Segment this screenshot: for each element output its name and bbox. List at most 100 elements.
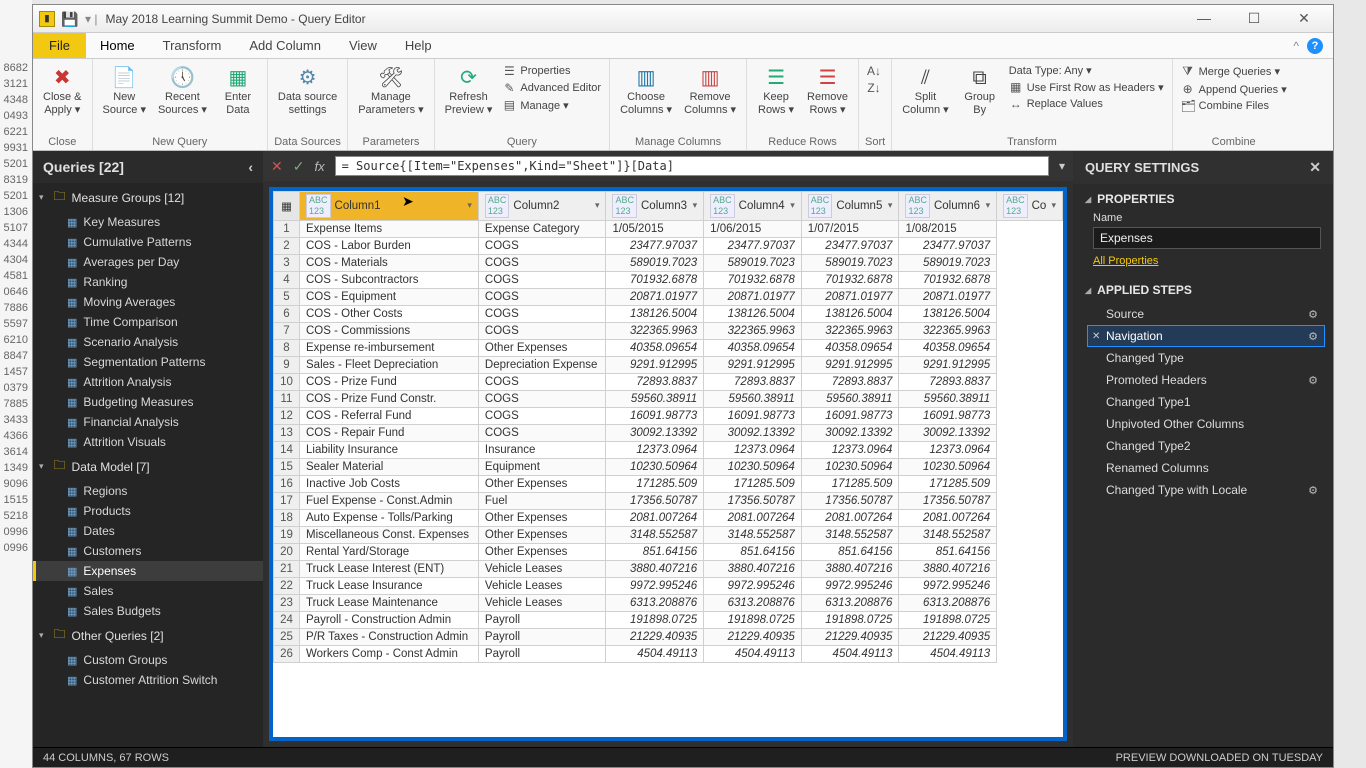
cell[interactable]: 171285.509 <box>606 475 704 492</box>
properties-button[interactable]: ☰Properties <box>500 63 603 79</box>
row-number[interactable]: 4 <box>274 271 300 288</box>
help-icon[interactable]: ? <box>1307 38 1323 54</box>
cell[interactable]: 23477.97037 <box>899 237 997 254</box>
manage-query-button[interactable]: ▤Manage ▾ <box>500 97 603 113</box>
query-item[interactable]: ▦Products <box>33 501 263 521</box>
cell[interactable]: 12373.0964 <box>899 441 997 458</box>
column-header[interactable]: ABC123Column5▾ <box>801 192 899 221</box>
cell[interactable]: 12373.0964 <box>704 441 802 458</box>
applied-step[interactable]: Changed Type <box>1087 347 1325 369</box>
cell[interactable]: COGS <box>478 254 606 271</box>
query-group[interactable]: 🗀Measure Groups [12] <box>33 183 263 212</box>
cell[interactable]: 16091.98773 <box>704 407 802 424</box>
cell[interactable]: Other Expenses <box>478 526 606 543</box>
refresh-preview-button[interactable]: ⟳RefreshPreview ▾ <box>441 63 497 119</box>
maximize-button[interactable]: ☐ <box>1239 10 1269 27</box>
cell[interactable]: Miscellaneous Const. Expenses <box>300 526 479 543</box>
use-first-row-button[interactable]: ▦Use First Row as Headers ▾ <box>1007 79 1166 95</box>
cell[interactable]: Other Expenses <box>478 543 606 560</box>
cell[interactable]: Vehicle Leases <box>478 577 606 594</box>
cell[interactable]: COGS <box>478 237 606 254</box>
cell[interactable]: 21229.40935 <box>801 628 899 645</box>
row-number[interactable]: 13 <box>274 424 300 441</box>
cell[interactable]: 1/06/2015 <box>704 220 802 237</box>
cell[interactable]: 171285.509 <box>801 475 899 492</box>
cell[interactable]: 1/05/2015 <box>606 220 704 237</box>
cell[interactable]: 30092.13392 <box>801 424 899 441</box>
table-row[interactable]: 19Miscellaneous Const. ExpensesOther Exp… <box>274 526 1063 543</box>
column-header[interactable]: ABC123Column1▾ <box>300 192 479 221</box>
cell[interactable]: 17356.50787 <box>899 492 997 509</box>
cell[interactable]: Payroll <box>478 628 606 645</box>
ribbon-collapse-icon[interactable]: ^ <box>1293 39 1299 53</box>
cell[interactable]: COGS <box>478 424 606 441</box>
cell[interactable]: 171285.509 <box>899 475 997 492</box>
queries-list[interactable]: 🗀Measure Groups [12]▦Key Measures▦Cumula… <box>33 183 263 747</box>
remove-columns-button[interactable]: ▥RemoveColumns ▾ <box>680 63 740 119</box>
cell[interactable]: 589019.7023 <box>801 254 899 271</box>
cell[interactable]: 72893.8837 <box>606 373 704 390</box>
applied-steps-header[interactable]: APPLIED STEPS <box>1073 275 1333 301</box>
cell[interactable]: Sales - Fleet Depreciation <box>300 356 479 373</box>
table-row[interactable]: 16Inactive Job CostsOther Expenses171285… <box>274 475 1063 492</box>
tab-view[interactable]: View <box>335 33 391 58</box>
column-header[interactable]: ABC123Column3▾ <box>606 192 704 221</box>
query-item[interactable]: ▦Key Measures <box>33 212 263 232</box>
cell[interactable]: 20871.01977 <box>704 288 802 305</box>
minimize-button[interactable]: — <box>1189 10 1219 27</box>
cell[interactable]: 191898.0725 <box>606 611 704 628</box>
formula-commit-icon[interactable]: ✓ <box>293 158 305 175</box>
applied-step[interactable]: Promoted Headers⚙ <box>1087 369 1325 391</box>
row-number[interactable]: 2 <box>274 237 300 254</box>
table-row[interactable]: 4COS - SubcontractorsCOGS701932.68787019… <box>274 271 1063 288</box>
cell[interactable]: 4504.49113 <box>606 645 704 662</box>
cell[interactable]: 322365.9963 <box>704 322 802 339</box>
cell[interactable]: 701932.6878 <box>899 271 997 288</box>
table-row[interactable]: 24Payroll - Construction AdminPayroll191… <box>274 611 1063 628</box>
cell[interactable]: 40358.09654 <box>899 339 997 356</box>
table-row[interactable]: 25P/R Taxes - Construction AdminPayroll2… <box>274 628 1063 645</box>
row-number[interactable]: 6 <box>274 305 300 322</box>
cell[interactable]: Expense re-imbursement <box>300 339 479 356</box>
cell[interactable]: 851.64156 <box>704 543 802 560</box>
cell[interactable]: 322365.9963 <box>899 322 997 339</box>
table-row[interactable]: 21Truck Lease Interest (ENT)Vehicle Leas… <box>274 560 1063 577</box>
cell[interactable]: 3880.407216 <box>606 560 704 577</box>
advanced-editor-button[interactable]: ✎Advanced Editor <box>500 80 603 96</box>
recent-sources-button[interactable]: 🕔RecentSources ▾ <box>154 63 211 119</box>
cell[interactable]: Vehicle Leases <box>478 560 606 577</box>
gear-icon[interactable]: ⚙ <box>1308 374 1318 387</box>
cell[interactable]: Payroll <box>478 645 606 662</box>
cell[interactable]: 589019.7023 <box>899 254 997 271</box>
cell[interactable]: 701932.6878 <box>704 271 802 288</box>
table-row[interactable]: 20Rental Yard/StorageOther Expenses851.6… <box>274 543 1063 560</box>
applied-step[interactable]: Renamed Columns <box>1087 457 1325 479</box>
query-item[interactable]: ▦Segmentation Patterns <box>33 352 263 372</box>
applied-step[interactable]: ✕Navigation⚙ <box>1087 325 1325 347</box>
table-row[interactable]: 1Expense ItemsExpense Category1/05/20151… <box>274 220 1063 237</box>
gear-icon[interactable]: ⚙ <box>1308 330 1318 343</box>
group-by-button[interactable]: ⧉GroupBy <box>957 63 1003 119</box>
cell[interactable]: Fuel Expense - Const.Admin <box>300 492 479 509</box>
table-row[interactable]: 23Truck Lease MaintenanceVehicle Leases6… <box>274 594 1063 611</box>
cell[interactable]: COS - Equipment <box>300 288 479 305</box>
query-item[interactable]: ▦Dates <box>33 521 263 541</box>
query-item[interactable]: ▦Custom Groups <box>33 650 263 670</box>
cell[interactable]: COS - Prize Fund <box>300 373 479 390</box>
row-number[interactable]: 22 <box>274 577 300 594</box>
cell[interactable]: COS - Commissions <box>300 322 479 339</box>
formula-cancel-icon[interactable]: ✕ <box>271 158 283 175</box>
formula-bar[interactable]: = Source{[Item="Expenses",Kind="Sheet"]}… <box>335 156 1049 176</box>
query-item[interactable]: ▦Scenario Analysis <box>33 332 263 352</box>
row-number[interactable]: 16 <box>274 475 300 492</box>
cell[interactable]: COS - Labor Burden <box>300 237 479 254</box>
column-header[interactable]: ABC123Co▾ <box>997 192 1063 221</box>
cell[interactable]: 20871.01977 <box>899 288 997 305</box>
cell[interactable]: 72893.8837 <box>704 373 802 390</box>
row-number[interactable]: 24 <box>274 611 300 628</box>
cell[interactable]: COGS <box>478 288 606 305</box>
data-grid[interactable]: ▦ABC123Column1▾ABC123Column2▾ABC123Colum… <box>273 191 1063 737</box>
table-row[interactable]: 18Auto Expense - Tolls/ParkingOther Expe… <box>274 509 1063 526</box>
table-row[interactable]: 2COS - Labor BurdenCOGS23477.9703723477.… <box>274 237 1063 254</box>
delete-step-icon[interactable]: ✕ <box>1092 331 1100 342</box>
